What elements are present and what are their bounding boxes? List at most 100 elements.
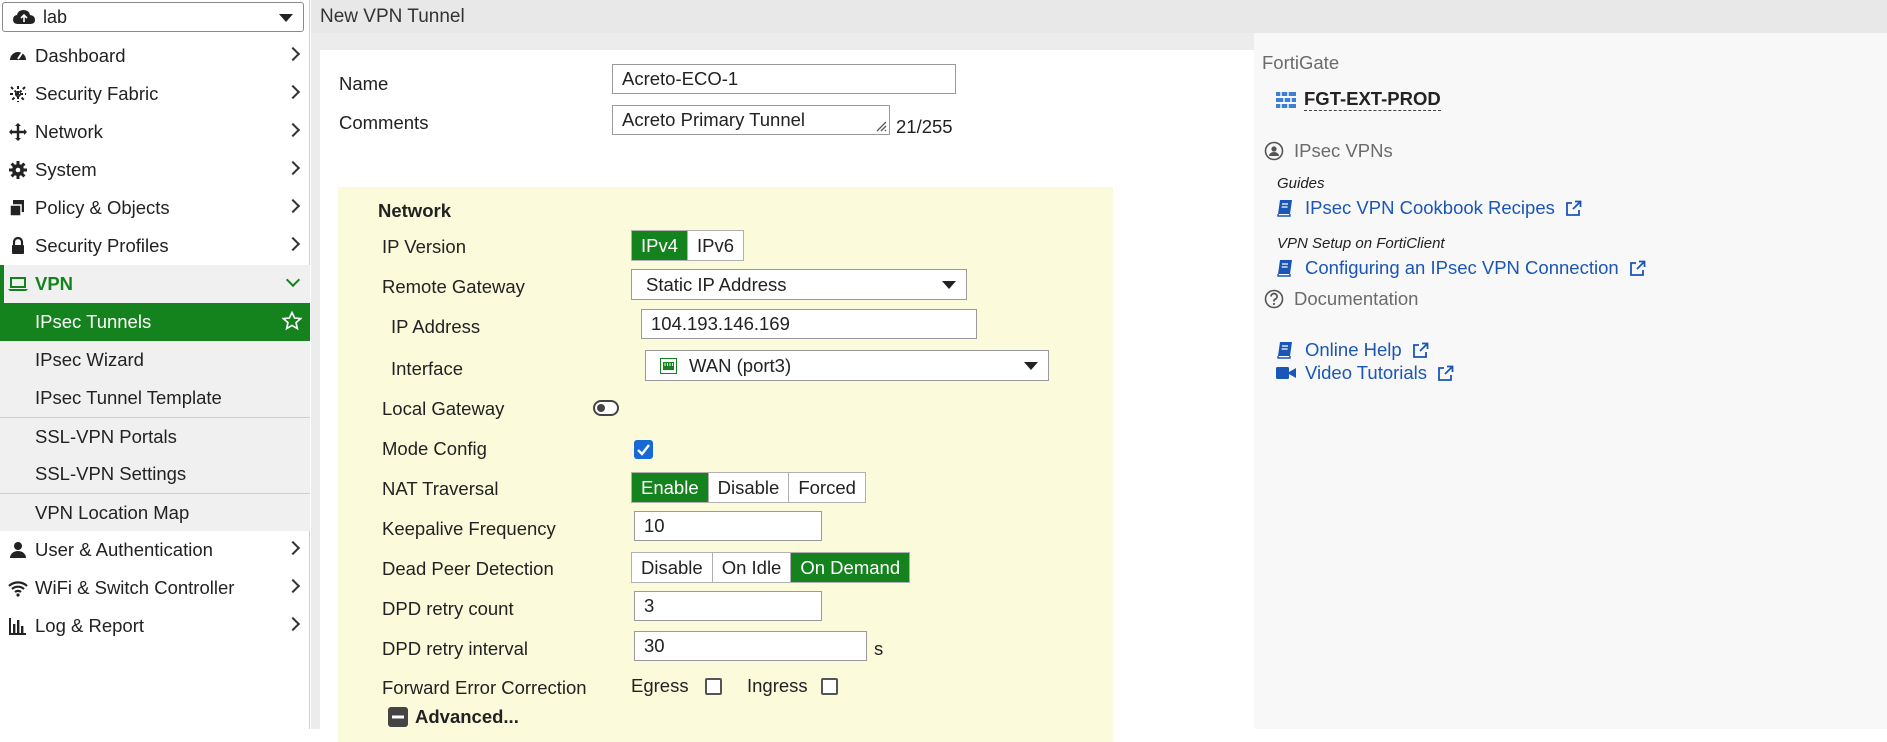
dpd-toggle: Disable On Idle On Demand	[631, 552, 911, 583]
dpd-retry-count-input[interactable]: 3	[634, 591, 822, 621]
star-icon[interactable]	[282, 311, 302, 331]
nav-item-user-auth[interactable]: User & Authentication	[0, 531, 310, 569]
dpd-on-idle[interactable]: On Idle	[713, 553, 792, 582]
ipsec-section-header: IPsec VPNs	[1264, 140, 1393, 162]
wifi-icon	[8, 578, 28, 598]
nav-item-vpn[interactable]: VPN	[0, 265, 310, 303]
online-help-link[interactable]: Online Help	[1277, 339, 1429, 361]
device-name[interactable]: FGT-EXT-PROD	[1304, 88, 1441, 111]
vdom-label: lab	[43, 6, 68, 27]
configuring-link-label: Configuring an IPsec VPN Connection	[1305, 257, 1619, 278]
name-label: Name	[339, 73, 389, 94]
dpd-retry-interval-input[interactable]: 30	[634, 631, 867, 661]
online-help-link-label: Online Help	[1305, 339, 1402, 360]
page-title-bar: New VPN Tunnel	[311, 0, 1887, 33]
nav-item-wifi-switch[interactable]: WiFi & Switch Controller	[0, 569, 310, 607]
cookbook-link[interactable]: IPsec VPN Cookbook Recipes	[1277, 197, 1582, 219]
name-input[interactable]: Acreto-ECO-1	[612, 64, 956, 94]
documentation-section-header: Documentation	[1264, 288, 1418, 310]
sidebar-item-ipsec-tunnels[interactable]: IPsec Tunnels	[0, 303, 310, 341]
nav-item-security-profiles[interactable]: Security Profiles	[0, 227, 310, 265]
fec-ingress-checkbox[interactable]	[821, 678, 838, 695]
nav-item-dashboard[interactable]: Dashboard	[0, 37, 310, 75]
dpd-disable[interactable]: Disable	[632, 553, 713, 582]
local-gateway-label: Local Gateway	[382, 398, 505, 419]
fec-egress-checkbox[interactable]	[705, 678, 722, 695]
ip-version-ipv6[interactable]: IPv6	[688, 231, 743, 260]
nav-label: WiFi & Switch Controller	[35, 577, 235, 598]
mode-config-label: Mode Config	[382, 438, 487, 459]
interface-value: WAN (port3)	[689, 354, 792, 376]
sidebar-item-ipsec-wizard[interactable]: IPsec Wizard	[0, 341, 310, 379]
dpd-retry-count-value: 3	[644, 595, 655, 616]
ip-address-value: 104.193.146.169	[651, 313, 790, 334]
nav-label: SSL-VPN Settings	[35, 463, 187, 484]
nav-menu: Dashboard Security Fabric Network System	[0, 37, 310, 645]
info-panel: FortiGate FGT-EXT-PROD IPsec VPNs Guides…	[1254, 33, 1887, 729]
comments-value: Acreto Primary Tunnel	[622, 109, 806, 130]
dpd-on-demand[interactable]: On Demand	[791, 553, 910, 582]
keepalive-input[interactable]: 10	[634, 511, 822, 541]
question-icon	[1264, 289, 1284, 309]
remote-gateway-select[interactable]: Static IP Address	[631, 269, 967, 300]
fortigate-device-icon	[1276, 91, 1296, 108]
network-heading: Network	[378, 200, 451, 221]
mode-config-checkbox[interactable]	[634, 440, 653, 459]
nat-enable[interactable]: Enable	[632, 473, 709, 502]
nav-item-policy-objects[interactable]: Policy & Objects	[0, 189, 310, 227]
advanced-label: Advanced...	[415, 706, 519, 727]
nav-label: VPN Location Map	[35, 501, 190, 523]
nav-item-system[interactable]: System	[0, 151, 310, 189]
dpd-retry-count-label: DPD retry count	[382, 598, 514, 619]
ip-address-input[interactable]: 104.193.146.169	[641, 309, 977, 339]
cloud-icon	[13, 10, 35, 24]
security-fabric-icon	[8, 84, 28, 104]
chevron-down-icon	[279, 14, 293, 22]
dpd-retry-interval-value: 30	[644, 635, 665, 656]
chevron-right-icon	[285, 46, 301, 62]
external-link-icon	[1438, 365, 1454, 381]
interface-select[interactable]: WAN (port3)	[645, 350, 1049, 381]
nat-forced[interactable]: Forced	[789, 473, 865, 502]
nav-item-log-report[interactable]: Log & Report	[0, 607, 310, 645]
dpd-label: Dead Peer Detection	[382, 558, 554, 579]
sidebar-item-sslvpn-portals[interactable]: SSL-VPN Portals	[0, 417, 310, 455]
chevron-right-icon	[285, 160, 301, 176]
sidebar-item-vpn-location-map[interactable]: VPN Location Map	[0, 493, 310, 531]
resize-grip-icon[interactable]	[875, 120, 887, 132]
nav-label: Network	[35, 121, 103, 142]
nav-label: SSL-VPN Portals	[35, 425, 177, 447]
dpd-retry-interval-unit: s	[874, 638, 884, 659]
lock-icon	[8, 236, 28, 256]
main-content: Name Acreto-ECO-1 Comments Acreto Primar…	[311, 33, 1887, 742]
documentation-title: Documentation	[1294, 288, 1419, 309]
local-gateway-toggle[interactable]	[593, 400, 619, 416]
user-icon	[8, 540, 28, 560]
configuring-link[interactable]: Configuring an IPsec VPN Connection	[1277, 257, 1646, 279]
dpd-retry-interval-label: DPD retry interval	[382, 638, 528, 659]
bar-chart-icon	[8, 616, 28, 636]
network-icon	[8, 122, 28, 142]
vdom-selector[interactable]: lab	[2, 2, 304, 32]
remote-gateway-value: Static IP Address	[646, 273, 787, 295]
chevron-right-icon	[285, 84, 301, 100]
chevron-down-icon	[1024, 362, 1038, 370]
remote-gateway-label: Remote Gateway	[382, 276, 525, 297]
sidebar: lab Dashboard Security Fabric Network Sy…	[0, 0, 310, 729]
advanced-toggle[interactable]: Advanced...	[388, 706, 519, 728]
nav-item-security-fabric[interactable]: Security Fabric	[0, 75, 310, 113]
check-icon	[637, 444, 650, 456]
external-link-icon	[1565, 200, 1582, 216]
nav-item-network[interactable]: Network	[0, 113, 310, 151]
book-icon	[1277, 200, 1292, 217]
policy-icon	[8, 198, 28, 218]
comments-textarea[interactable]: Acreto Primary Tunnel	[612, 105, 890, 135]
cookbook-link-label: IPsec VPN Cookbook Recipes	[1305, 197, 1555, 218]
device-entry: FGT-EXT-PROD	[1276, 88, 1441, 111]
nat-disable[interactable]: Disable	[709, 473, 790, 502]
sidebar-item-sslvpn-settings[interactable]: SSL-VPN Settings	[0, 455, 310, 493]
ipsec-title: IPsec VPNs	[1294, 140, 1393, 161]
video-tutorials-link[interactable]: Video Tutorials	[1276, 362, 1454, 384]
ip-version-ipv4[interactable]: IPv4	[632, 231, 689, 260]
sidebar-item-ipsec-template[interactable]: IPsec Tunnel Template	[0, 379, 310, 417]
